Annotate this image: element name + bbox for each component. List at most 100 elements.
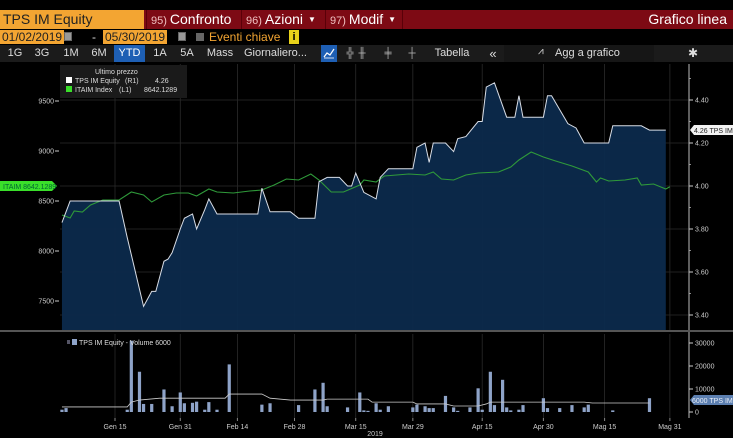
toolbar: 1G 3G 1M 6M YTD 1A 5A Mass Giornaliero..… [0, 45, 733, 62]
volume-bar [141, 403, 146, 412]
legend-swatch-white [66, 77, 72, 83]
security-field[interactable]: TPS IM Equity [0, 10, 144, 29]
period-3g[interactable]: 3G [33, 45, 51, 62]
volume-bar [374, 403, 378, 412]
volume-bar [415, 404, 419, 412]
line-chart-glyph [323, 48, 335, 59]
volume-bar [215, 409, 219, 412]
x-tick-label: Gen 15 [104, 424, 127, 431]
volume-legend-label: TPS IM Equity - Volume 6000 [79, 340, 171, 347]
legend-tps-name: TPS IM Equity [75, 78, 120, 85]
volume-bar [541, 398, 545, 412]
line-chart-icon[interactable] [321, 45, 337, 62]
left-axis-label: 9500 [38, 99, 54, 106]
volume-bar [517, 409, 521, 412]
period-1g[interactable]: 1G [6, 45, 24, 62]
period-ytd[interactable]: YTD [114, 45, 145, 62]
x-tick-label: Gen 31 [169, 424, 192, 431]
info-icon[interactable]: i [289, 30, 299, 44]
volume-bar [150, 403, 154, 412]
add-chart-icon: ⩘ [538, 46, 544, 57]
period-1m[interactable]: 1M [62, 45, 80, 62]
volume-bar [170, 406, 174, 412]
volume-bar [207, 402, 211, 412]
volume-bar [476, 388, 480, 412]
legend-title: Ultimo prezzo [95, 69, 138, 76]
volume-bar [431, 408, 435, 412]
volume-bar [366, 410, 370, 412]
volume-bar [452, 407, 456, 412]
candlestick-icon[interactable]: ╫ [357, 48, 367, 59]
volume-bar [325, 406, 329, 412]
calendar-icon[interactable] [64, 32, 72, 41]
gear-icon[interactable]: ✱ [686, 45, 700, 62]
period-1a[interactable]: 1A [151, 45, 169, 62]
volume-last-tag: 6000 TPS IM [690, 395, 733, 405]
volume-bar [203, 409, 207, 412]
actions-menu[interactable]: 96) Azioni ▼ [241, 10, 320, 29]
volume-tag-text: 6000 TPS IM [692, 398, 733, 405]
collapse-button[interactable]: « [486, 45, 500, 62]
legend-itaim-axis: (L1) [119, 87, 131, 94]
right-axis-label: 4.40 [695, 98, 709, 105]
volume-bar [456, 410, 460, 412]
volume-bar [386, 406, 390, 412]
ohlc-bar-icon[interactable]: ╬ [345, 48, 355, 59]
volume-legend: TPS IM Equity - Volume 6000 [67, 339, 171, 347]
x-tick-label: Mag 31 [658, 424, 681, 431]
volume-bar [505, 407, 509, 412]
legend-swatch-green [66, 86, 72, 92]
chart-type-title: Grafico linea [648, 11, 727, 27]
compare-menu[interactable]: 95) Confronto [146, 10, 235, 29]
hollow-candle-icon[interactable]: ╪ [383, 48, 393, 59]
compare-label: Confronto [169, 11, 232, 27]
edit-menu[interactable]: 97) Modif ▼ [325, 10, 400, 29]
menu-number: 96) [246, 15, 262, 27]
volume-bar [227, 364, 231, 412]
volume-bar [60, 409, 64, 412]
legend-tps-axis: (R1) [125, 78, 139, 85]
date-separator: - [92, 30, 96, 44]
volume-legend-swatch [72, 339, 77, 345]
table-button[interactable]: Tabella [430, 45, 474, 62]
legend-itaim-name: ITAIM Index [75, 87, 113, 94]
volume-bar [611, 410, 615, 412]
tps-last-tag: 4.26 TPS IM [690, 125, 733, 135]
edit-label: Modif [348, 11, 384, 27]
start-date-input[interactable]: 01/02/2019 [0, 30, 65, 44]
volume-bar [345, 407, 350, 412]
chevron-down-icon: ▼ [308, 15, 316, 24]
volume-bar [378, 409, 382, 412]
end-date-input[interactable]: 05/30/2019 [103, 30, 168, 44]
volume-bar [488, 371, 492, 412]
volume-bar [362, 410, 366, 412]
frequency-dropdown[interactable]: Giornaliero... [244, 45, 312, 62]
divider [402, 10, 403, 29]
period-6m[interactable]: 6M [89, 45, 109, 62]
menu-number: 95) [151, 15, 167, 27]
key-events-checkbox[interactable] [196, 33, 204, 41]
period-5a[interactable]: 5A [177, 45, 197, 62]
volume-bar [492, 405, 497, 412]
menu-number: 97) [330, 15, 346, 27]
calendar-icon[interactable] [178, 32, 186, 41]
legend: Ultimo prezzo TPS IM Equity (R1) 4.26 IT… [60, 65, 187, 98]
period-max[interactable]: Mass [206, 45, 234, 62]
volume-bar [501, 379, 505, 412]
legend-itaim-value: 8642.1289 [144, 87, 177, 94]
key-events-label[interactable]: Eventi chiave [209, 30, 280, 44]
hlc-bar-icon[interactable]: ┼ [407, 48, 417, 59]
volume-bar [190, 402, 195, 412]
volume-bar [182, 403, 186, 412]
price-chart: Gen 15 Gen 31 Feb 14 Feb 28 Mar 15 Mar 29 Apr … [0, 64, 733, 438]
volume-axis-label: 30000 [695, 341, 715, 348]
right-axis-label: 4.00 [695, 184, 709, 191]
volume-bar [178, 392, 182, 412]
volume-legend-toggle[interactable] [67, 340, 70, 344]
left-axis-label: 8500 [38, 199, 54, 206]
x-tick-label: Apr 30 [533, 424, 554, 431]
volume-bar [509, 410, 513, 412]
x-axis-year: 2019 [367, 431, 383, 438]
x-tick-label: Feb 28 [284, 424, 306, 431]
add-to-chart-button[interactable]: ⩘ Agg a grafico [504, 45, 654, 62]
